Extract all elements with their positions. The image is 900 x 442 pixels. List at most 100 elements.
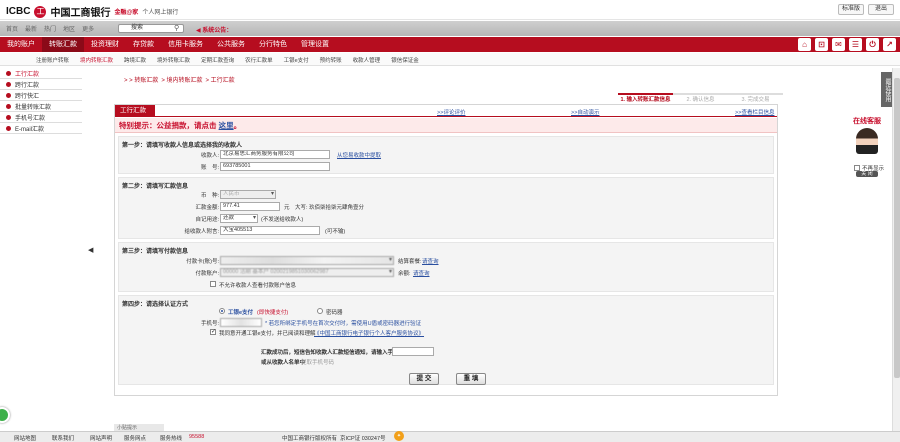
sidebar-item-interbank-fast[interactable]: 跨行快汇 (0, 90, 82, 101)
utility-link[interactable]: 最新 (25, 24, 37, 33)
agree-label: 我同意开通工银e支付，并已阅读和理解 (219, 331, 316, 337)
sidebar-item-interbank[interactable]: 跨行汇款 (0, 79, 82, 90)
tips-tab[interactable]: 小贴提示 (114, 424, 164, 431)
agreement-link[interactable]: 《中国工商银行电子银行个人客户服务协议》 (314, 329, 424, 337)
collapse-sidebar-icon[interactable]: ◀ (88, 246, 93, 254)
scrollbar[interactable] (892, 68, 900, 432)
home-icon[interactable]: ⌂ (798, 38, 811, 51)
share-icon[interactable]: ↗ (883, 38, 896, 51)
postscript-input[interactable]: 大宝405513 (220, 226, 320, 235)
sidebar-item-mobile[interactable]: 手机号汇款 (0, 112, 82, 123)
phone-input[interactable] (220, 318, 262, 327)
subnav-item[interactable]: 定期汇款查询 (201, 56, 234, 64)
help-link[interactable]: >>查看栏目信息 (735, 108, 774, 116)
nav-public-service[interactable]: 公共服务 (210, 37, 252, 52)
auth-epay-label: 工银e支付 (228, 310, 254, 316)
amount-label: 汇款金额: (195, 205, 219, 211)
auth-epay-radio[interactable] (219, 308, 225, 314)
standard-version-button[interactable]: 标准版 (838, 4, 864, 15)
service-agent-avatar[interactable] (856, 128, 878, 154)
pay-account-select[interactable]: 00000 活期 基本户 0200219851030062987 (220, 268, 394, 277)
bullet-icon (6, 125, 11, 131)
notify-phone-input[interactable] (392, 347, 434, 356)
breadcrumb-item[interactable]: > 境内转账汇款 (161, 75, 202, 84)
utility-link[interactable]: 地区 (63, 24, 75, 33)
subnav-item[interactable]: 银信保证金 (391, 56, 419, 64)
phone-label: 手机号: (200, 321, 219, 327)
service-title: 在线客服 (853, 118, 881, 125)
recent-use-tab[interactable]: 最近使用 (881, 72, 892, 107)
logout-button[interactable]: 退出 (868, 4, 894, 15)
subnav-item[interactable]: 跨境汇款 (124, 56, 146, 64)
scrollbar-thumb[interactable] (894, 78, 900, 378)
breadcrumb: > > 转账汇款 > 境内转账汇款 > 工行汇款 (124, 75, 235, 84)
payee-input[interactable]: 北京易思汇商务服务有限公司 (220, 150, 330, 159)
footer-branches[interactable]: 服务网点 (124, 434, 146, 442)
nav-deposits-loans[interactable]: 存贷款 (126, 37, 161, 52)
floating-help-icon[interactable] (0, 407, 10, 423)
special-notice-end: 。 (233, 121, 242, 130)
charity-link[interactable]: 这里 (219, 121, 234, 130)
payee-pick-link[interactable]: 从您易收款中提取 (337, 151, 381, 159)
nav-investment[interactable]: 投资理财 (84, 37, 126, 52)
payee-label: 收款人: (200, 153, 219, 159)
breadcrumb-item[interactable]: > 工行汇款 (206, 75, 235, 84)
bank-logo[interactable]: ICBC 工 中国工商银行 金融@家 个人网上银行 (6, 4, 178, 19)
subnav-item[interactable]: 收款人管理 (353, 56, 381, 64)
step2-title: 第二步：请填写汇款信息 (122, 184, 189, 190)
notify-pick-link[interactable]: 提取手机号码 (301, 358, 334, 366)
sidebar-item-email[interactable]: E-mail汇款 (0, 123, 82, 134)
subnav-item[interactable]: 注册账户转账 (36, 56, 69, 64)
subnav-item[interactable]: 工银e支付 (284, 56, 309, 64)
system-notice[interactable]: ◀ 系统公告： (196, 25, 232, 34)
utility-links: 首页 最新 热门 地区 更多 (6, 24, 94, 33)
document-icon[interactable]: ☰ (849, 38, 862, 51)
auth-token-radio[interactable] (317, 308, 323, 314)
nav-branch-features[interactable]: 分行特色 (252, 37, 294, 52)
nav-transfer[interactable]: 转账汇款 (42, 37, 84, 52)
service-close-button[interactable]: 关 闭 (856, 171, 878, 177)
transfer-form-panel: 工行汇款 >>评论评价 >>自动演示 >>查看栏目信息 特别提示：公益捐款，请点… (114, 104, 778, 396)
message-icon[interactable]: ✉ (832, 38, 845, 51)
footer-icp: 京ICP证 030247号 (340, 436, 386, 442)
sidebar-item-icbc-remit[interactable]: 工行汇款 (0, 68, 82, 79)
pay-card-select[interactable] (220, 256, 394, 265)
sidebar-item-batch[interactable]: 批量转账汇款 (0, 101, 82, 112)
subnav-item[interactable]: 农行汇款单 (245, 56, 273, 64)
amount-input[interactable]: 977.41 (220, 202, 280, 211)
security-badge-icon[interactable]: ✦ (394, 431, 404, 441)
subnav-item-active[interactable]: 境内转账汇款 (80, 56, 113, 64)
step-3: 3. 完成交易 (728, 93, 783, 103)
reset-button[interactable]: 重 填 (456, 373, 486, 385)
balance-query-link[interactable]: 请查询 (413, 269, 430, 277)
utility-link[interactable]: 热门 (44, 24, 56, 33)
breadcrumb-item[interactable]: > > 转账汇款 (124, 75, 158, 84)
currency-select[interactable]: 人民币 (220, 190, 276, 199)
footer-statement[interactable]: 网站声明 (90, 434, 112, 442)
power-icon[interactable]: ⏻ (866, 38, 879, 51)
subnav-item[interactable]: 预约转账 (320, 56, 342, 64)
settle-package-query-link[interactable]: 请查询 (422, 257, 439, 265)
step4-title: 第四步：请选择认证方式 (122, 302, 189, 308)
purpose-select[interactable]: 还款 (220, 214, 258, 223)
search-icon[interactable]: ⚲ (174, 24, 179, 32)
footer-sitemap[interactable]: 网站地图 (14, 434, 36, 442)
submit-button[interactable]: 提 交 (409, 373, 439, 385)
hide-account-checkbox[interactable] (210, 281, 216, 287)
logo-icbc-text: ICBC (6, 6, 31, 17)
utility-link[interactable]: 首页 (6, 24, 18, 33)
footer-contact[interactable]: 联系我们 (52, 434, 74, 442)
main-nav: 我的账户 转账汇款 投资理财 存贷款 信用卡服务 公共服务 分行特色 管理设置 … (0, 37, 900, 52)
subnav-item[interactable]: 境外转账汇款 (157, 56, 190, 64)
payee-account-input[interactable]: 693785001 (220, 162, 330, 171)
nav-credit-card[interactable]: 信用卡服务 (161, 37, 210, 52)
utility-link[interactable]: 更多 (82, 24, 94, 33)
sidebar: 工行汇款 跨行汇款 跨行快汇 批量转账汇款 手机号汇款 E-mail汇款 (0, 68, 82, 134)
agree-checkbox[interactable] (210, 328, 216, 335)
evaluate-link[interactable]: >>评论评价 (437, 108, 465, 116)
nav-settings[interactable]: 管理设置 (294, 37, 336, 52)
nav-my-account[interactable]: 我的账户 (0, 37, 42, 52)
amount-capital: 大写: 玖佰柒拾柒元肆角壹分 (295, 205, 365, 211)
demo-link[interactable]: >>自动演示 (571, 108, 599, 116)
cart-icon[interactable]: ⊡ (815, 38, 828, 51)
